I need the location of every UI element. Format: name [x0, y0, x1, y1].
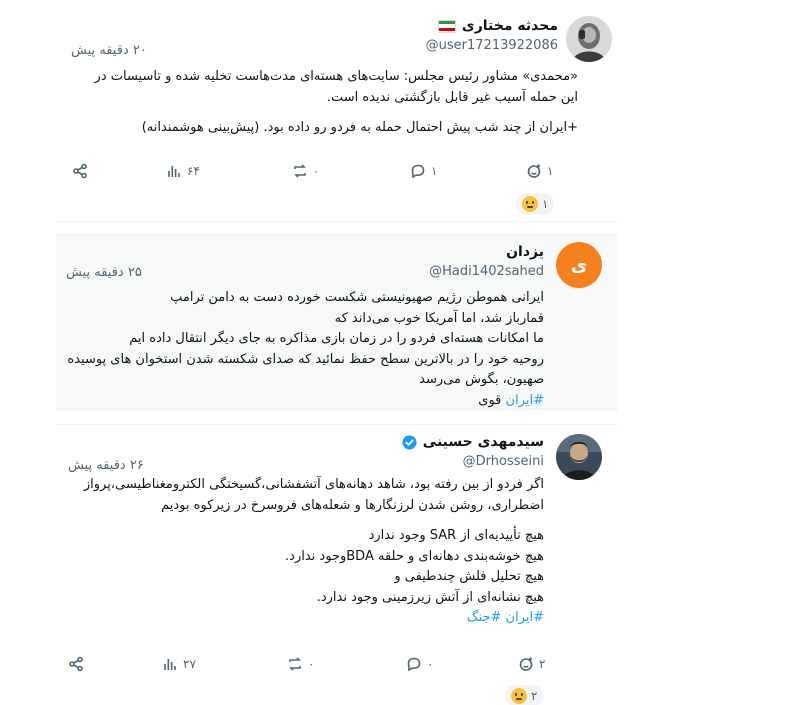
post-time: ۲۶ دقیقه پیش — [68, 458, 144, 473]
author-name[interactable]: سیدمهدی حسینی — [423, 434, 544, 450]
avatar[interactable] — [566, 16, 612, 62]
post-time: ۲۰ دقیقه پیش — [71, 43, 147, 58]
author-handle[interactable]: @user17213922086 — [426, 38, 558, 53]
repost-icon — [289, 657, 301, 671]
post-time: ۲۵ دقیقه پیش — [66, 265, 142, 280]
views-icon — [168, 166, 180, 177]
add-reaction-icon — [527, 164, 541, 178]
share-icon — [73, 163, 87, 179]
post-line: این حمله آسیب غیر قابل بازگشتی ندیده است… — [326, 89, 578, 105]
post-body: «محمدی» مشاور رئیس مجلس: سایت‌های هسته‌ا… — [58, 67, 578, 139]
iran-flag-icon — [437, 19, 456, 33]
views-button[interactable]: ۶۴ — [166, 163, 200, 179]
verified-icon — [402, 434, 417, 450]
reaction-pill[interactable]: ۱ — [516, 193, 555, 215]
post-line: هیچ تأییدیه‌ای از SAR وجود ندارد — [368, 528, 544, 543]
comment-count: ۰ — [427, 657, 434, 671]
post-body: ایرانی هموطن رژیم صهیونیستی شکست خورده د… — [64, 288, 544, 411]
hashtag-link[interactable]: #ایران — [506, 610, 544, 625]
views-icon — [164, 659, 176, 670]
comment-count: ۱ — [431, 164, 438, 178]
post-header: سیدمهدی حسینی @Drhosseini — [402, 434, 544, 469]
post-line: روحیه خود را در بالاترین سطح حفظ نمائید … — [67, 351, 544, 367]
views-count: ۲۷ — [183, 657, 196, 671]
post-line: هیچ تحلیل فلش چندطیفی و — [394, 569, 544, 584]
post-card[interactable]: سیدمهدی حسینی @Drhosseini ۲۶ دقیقه پیش ا… — [56, 424, 618, 705]
author-handle[interactable]: @Hadi1402sahed — [429, 264, 544, 279]
reaction-count: ۲ — [531, 689, 538, 703]
share-button[interactable] — [72, 163, 88, 179]
post-line: اضطراری، روشن شدن لرزنگارها و شعله‌های ف… — [161, 497, 544, 513]
reaction-count: ۱ — [542, 197, 549, 211]
views-button[interactable]: ۲۷ — [162, 656, 196, 672]
post-line: هیچ نشانه‌ای از آتش زیرزمینی وجود ندارد. — [316, 589, 544, 605]
add-reaction-icon — [519, 657, 533, 671]
repost-count: ۰ — [313, 164, 320, 178]
comment-button[interactable]: ۰ — [406, 656, 433, 672]
repost-button[interactable]: ۰ — [287, 656, 314, 672]
avatar-letter: ی — [570, 254, 588, 276]
action-bar: ۲۷ ۰ ۰ ۲ — [56, 656, 618, 676]
post-line: اگر فردو از بین رفته بود، شاهد دهانه‌های… — [83, 477, 544, 492]
thinking-emoji-icon — [522, 196, 538, 212]
share-icon — [69, 656, 83, 672]
repost-count: ۰ — [308, 657, 315, 671]
comment-icon — [411, 164, 425, 179]
post-line: هیچ خوشه‌بندی دهانه‌ای و حلقه BDAوجود ند… — [285, 548, 544, 564]
reaction-button[interactable]: ۲ — [518, 656, 545, 672]
views-count: ۶۴ — [187, 164, 200, 178]
post-line: ما امکانات هسته‌ای فردو را در زمان بازی … — [129, 331, 544, 346]
reaction-pill[interactable]: ۲ — [505, 685, 544, 705]
repost-icon — [294, 164, 306, 178]
post-line: صهیون، بگوش می‌رسد — [419, 372, 544, 387]
post-header: محدثه مختاری @user17213922086 — [426, 18, 558, 53]
author-name[interactable]: محدثه مختاری — [462, 18, 558, 34]
post-line: +ایران از چند شب پیش احتمال حمله به فردو… — [141, 120, 578, 135]
post-body: اگر فردو از بین رفته بود، شاهد دهانه‌های… — [64, 475, 544, 629]
thumbs-up-emoji-icon — [511, 688, 527, 704]
comment-icon — [407, 657, 421, 672]
post-line: «محمدی» مشاور رئیس مجلس: سایت‌های هسته‌ا… — [94, 69, 578, 84]
avatar-photo-icon — [556, 434, 602, 480]
post-card[interactable]: محدثه مختاری @user17213922086 ۲۰ دقیقه پ… — [56, 0, 618, 222]
avatar[interactable] — [556, 434, 602, 480]
post-header: یزدان @Hadi1402sahed — [429, 244, 544, 279]
post-line: قمارباز شد، اما آمریکا خوب می‌داند که — [334, 310, 544, 326]
avatar-photo-icon — [566, 16, 612, 62]
reaction-button[interactable]: ۱ — [526, 163, 553, 179]
repost-button[interactable]: ۰ — [292, 163, 319, 179]
author-name[interactable]: یزدان — [506, 244, 544, 260]
hashtag-link[interactable]: #جنگ — [467, 610, 502, 625]
action-bar: ۶۴ ۰ ۱ ۱ — [56, 163, 618, 183]
share-button[interactable] — [68, 656, 84, 672]
like-count: ۲ — [539, 657, 546, 671]
hashtag-link[interactable]: #ایران — [506, 393, 544, 408]
comment-button[interactable]: ۱ — [410, 163, 437, 179]
post-text: قوی — [478, 392, 506, 408]
author-handle[interactable]: @Drhosseini — [402, 454, 544, 469]
post-card[interactable]: ی یزدان @Hadi1402sahed ۲۵ دقیقه پیش ایرا… — [56, 233, 618, 411]
like-count: ۱ — [547, 164, 554, 178]
avatar[interactable]: ی — [556, 242, 602, 288]
post-line: ایرانی هموطن رژیم صهیونیستی شکست خورده د… — [170, 290, 544, 305]
